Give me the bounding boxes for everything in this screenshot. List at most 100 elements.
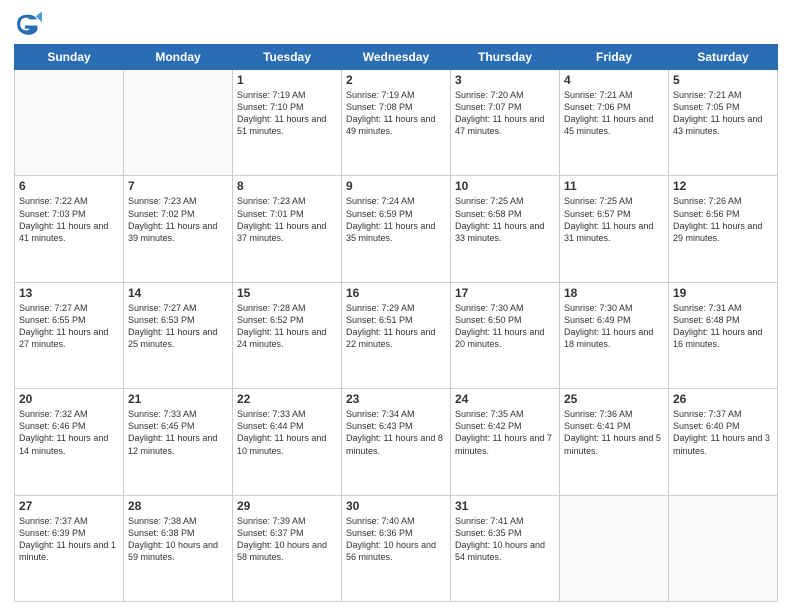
- day-info: Sunrise: 7:21 AMSunset: 7:05 PMDaylight:…: [673, 89, 773, 138]
- day-info: Sunrise: 7:27 AMSunset: 6:55 PMDaylight:…: [19, 302, 119, 351]
- calendar-cell: 26Sunrise: 7:37 AMSunset: 6:40 PMDayligh…: [669, 389, 778, 495]
- calendar-cell: 31 Sunrise: 7:41 AMSunset: 6:35 PMDayligh…: [451, 495, 560, 601]
- day-number: 18: [564, 286, 664, 300]
- day-number: 9: [346, 179, 446, 193]
- calendar-cell: [124, 70, 233, 176]
- day-info: Sunrise: 7:28 AMSunset: 6:52 PMDaylight:…: [237, 302, 337, 351]
- day-info: Sunrise: 7:30 AMSunset: 6:50 PMDaylight:…: [455, 302, 555, 351]
- calendar-cell: 2 Sunrise: 7:19 AMSunset: 7:08 PMDaylight…: [342, 70, 451, 176]
- weekday-header-friday: Friday: [560, 45, 669, 70]
- calendar-cell: 3 Sunrise: 7:20 AMSunset: 7:07 PMDaylight…: [451, 70, 560, 176]
- calendar-cell: 10Sunrise: 7:25 AMSunset: 6:58 PMDayligh…: [451, 176, 560, 282]
- day-info: Sunrise: 7:30 AMSunset: 6:49 PMDaylight:…: [564, 302, 664, 351]
- day-info: Sunrise: 7:19 AMSunset: 7:08 PMDaylight:…: [346, 89, 446, 138]
- calendar-cell: 22Sunrise: 7:33 AMSunset: 6:44 PMDayligh…: [233, 389, 342, 495]
- calendar-cell: 28 Sunrise: 7:38 AMSunset: 6:38 PMDayligh…: [124, 495, 233, 601]
- day-info: Sunrise: 7:39 AMSunset: 6:37 PMDaylight:…: [237, 515, 337, 564]
- calendar-week-3: 13 Sunrise: 7:27 AMSunset: 6:55 PMDayligh…: [15, 282, 778, 388]
- calendar-cell: 18 Sunrise: 7:30 AMSunset: 6:49 PMDayligh…: [560, 282, 669, 388]
- day-number: 19: [673, 286, 773, 300]
- day-info: Sunrise: 7:33 AMSunset: 6:45 PMDaylight:…: [128, 408, 228, 457]
- day-number: 8: [237, 179, 337, 193]
- calendar-cell: [560, 495, 669, 601]
- day-number: 22: [237, 392, 337, 406]
- day-info: Sunrise: 7:21 AMSunset: 7:06 PMDaylight:…: [564, 89, 664, 138]
- day-number: 3: [455, 73, 555, 87]
- day-info: Sunrise: 7:40 AMSunset: 6:36 PMDaylight:…: [346, 515, 446, 564]
- calendar-cell: 9 Sunrise: 7:24 AMSunset: 6:59 PMDaylight…: [342, 176, 451, 282]
- day-number: 11: [564, 179, 664, 193]
- day-info: Sunrise: 7:38 AMSunset: 6:38 PMDaylight:…: [128, 515, 228, 564]
- day-number: 17: [455, 286, 555, 300]
- day-info: Sunrise: 7:37 AMSunset: 6:39 PMDaylight:…: [19, 515, 119, 564]
- day-info: Sunrise: 7:34 AMSunset: 6:43 PMDaylight:…: [346, 408, 446, 457]
- calendar-cell: 21 Sunrise: 7:33 AMSunset: 6:45 PMDayligh…: [124, 389, 233, 495]
- calendar-table: SundayMondayTuesdayWednesdayThursdayFrid…: [14, 44, 778, 602]
- day-number: 1: [237, 73, 337, 87]
- day-number: 20: [19, 392, 119, 406]
- day-info: Sunrise: 7:20 AMSunset: 7:07 PMDaylight:…: [455, 89, 555, 138]
- calendar-cell: [669, 495, 778, 601]
- calendar-cell: 27 Sunrise: 7:37 AMSunset: 6:39 PMDayligh…: [15, 495, 124, 601]
- day-number: 10: [455, 179, 555, 193]
- calendar-cell: 25 Sunrise: 7:36 AMSunset: 6:41 PMDayligh…: [560, 389, 669, 495]
- calendar-week-2: 6 Sunrise: 7:22 AMSunset: 7:03 PMDaylight…: [15, 176, 778, 282]
- calendar-cell: 11Sunrise: 7:25 AMSunset: 6:57 PMDayligh…: [560, 176, 669, 282]
- day-number: 27: [19, 499, 119, 513]
- day-number: 4: [564, 73, 664, 87]
- calendar-week-1: 1 Sunrise: 7:19 AMSunset: 7:10 PMDaylight…: [15, 70, 778, 176]
- day-number: 14: [128, 286, 228, 300]
- day-number: 15: [237, 286, 337, 300]
- calendar-cell: 8Sunrise: 7:23 AMSunset: 7:01 PMDaylight…: [233, 176, 342, 282]
- day-number: 2: [346, 73, 446, 87]
- day-number: 28: [128, 499, 228, 513]
- logo-icon: [14, 10, 42, 38]
- day-info: Sunrise: 7:35 AMSunset: 6:42 PMDaylight:…: [455, 408, 555, 457]
- calendar-cell: 30 Sunrise: 7:40 AMSunset: 6:36 PMDayligh…: [342, 495, 451, 601]
- page-header: [14, 10, 778, 38]
- day-number: 5: [673, 73, 773, 87]
- weekday-header-row: SundayMondayTuesdayWednesdayThursdayFrid…: [15, 45, 778, 70]
- day-info: Sunrise: 7:31 AMSunset: 6:48 PMDaylight:…: [673, 302, 773, 351]
- weekday-header-thursday: Thursday: [451, 45, 560, 70]
- weekday-header-monday: Monday: [124, 45, 233, 70]
- day-number: 16: [346, 286, 446, 300]
- calendar-week-5: 27 Sunrise: 7:37 AMSunset: 6:39 PMDayligh…: [15, 495, 778, 601]
- day-info: Sunrise: 7:41 AMSunset: 6:35 PMDaylight:…: [455, 515, 555, 564]
- day-info: Sunrise: 7:24 AMSunset: 6:59 PMDaylight:…: [346, 195, 446, 244]
- calendar-cell: 5 Sunrise: 7:21 AMSunset: 7:05 PMDaylight…: [669, 70, 778, 176]
- calendar-cell: 19 Sunrise: 7:31 AMSunset: 6:48 PMDayligh…: [669, 282, 778, 388]
- calendar-cell: 15 Sunrise: 7:28 AMSunset: 6:52 PMDayligh…: [233, 282, 342, 388]
- calendar-cell: [15, 70, 124, 176]
- day-info: Sunrise: 7:19 AMSunset: 7:10 PMDaylight:…: [237, 89, 337, 138]
- calendar-cell: 1 Sunrise: 7:19 AMSunset: 7:10 PMDaylight…: [233, 70, 342, 176]
- day-number: 29: [237, 499, 337, 513]
- day-number: 6: [19, 179, 119, 193]
- calendar-cell: 16Sunrise: 7:29 AMSunset: 6:51 PMDayligh…: [342, 282, 451, 388]
- day-number: 21: [128, 392, 228, 406]
- logo: [14, 10, 46, 38]
- day-info: Sunrise: 7:36 AMSunset: 6:41 PMDaylight:…: [564, 408, 664, 457]
- calendar-cell: 12Sunrise: 7:26 AMSunset: 6:56 PMDayligh…: [669, 176, 778, 282]
- calendar-week-4: 20 Sunrise: 7:32 AMSunset: 6:46 PMDayligh…: [15, 389, 778, 495]
- calendar-cell: 4 Sunrise: 7:21 AMSunset: 7:06 PMDaylight…: [560, 70, 669, 176]
- calendar-cell: 23 Sunrise: 7:34 AMSunset: 6:43 PMDayligh…: [342, 389, 451, 495]
- day-info: Sunrise: 7:27 AMSunset: 6:53 PMDaylight:…: [128, 302, 228, 351]
- day-number: 7: [128, 179, 228, 193]
- day-number: 23: [346, 392, 446, 406]
- calendar-cell: 6 Sunrise: 7:22 AMSunset: 7:03 PMDaylight…: [15, 176, 124, 282]
- calendar-cell: 20 Sunrise: 7:32 AMSunset: 6:46 PMDayligh…: [15, 389, 124, 495]
- weekday-header-saturday: Saturday: [669, 45, 778, 70]
- day-number: 25: [564, 392, 664, 406]
- day-number: 24: [455, 392, 555, 406]
- day-number: 30: [346, 499, 446, 513]
- calendar-cell: 14 Sunrise: 7:27 AMSunset: 6:53 PMDayligh…: [124, 282, 233, 388]
- day-number: 13: [19, 286, 119, 300]
- day-info: Sunrise: 7:32 AMSunset: 6:46 PMDaylight:…: [19, 408, 119, 457]
- day-info: Sunrise: 7:23 AMSunset: 7:02 PMDaylight:…: [128, 195, 228, 244]
- calendar-cell: 13 Sunrise: 7:27 AMSunset: 6:55 PMDayligh…: [15, 282, 124, 388]
- day-number: 31: [455, 499, 555, 513]
- day-number: 26: [673, 392, 773, 406]
- calendar-cell: 17 Sunrise: 7:30 AMSunset: 6:50 PMDayligh…: [451, 282, 560, 388]
- day-info: Sunrise: 7:22 AMSunset: 7:03 PMDaylight:…: [19, 195, 119, 244]
